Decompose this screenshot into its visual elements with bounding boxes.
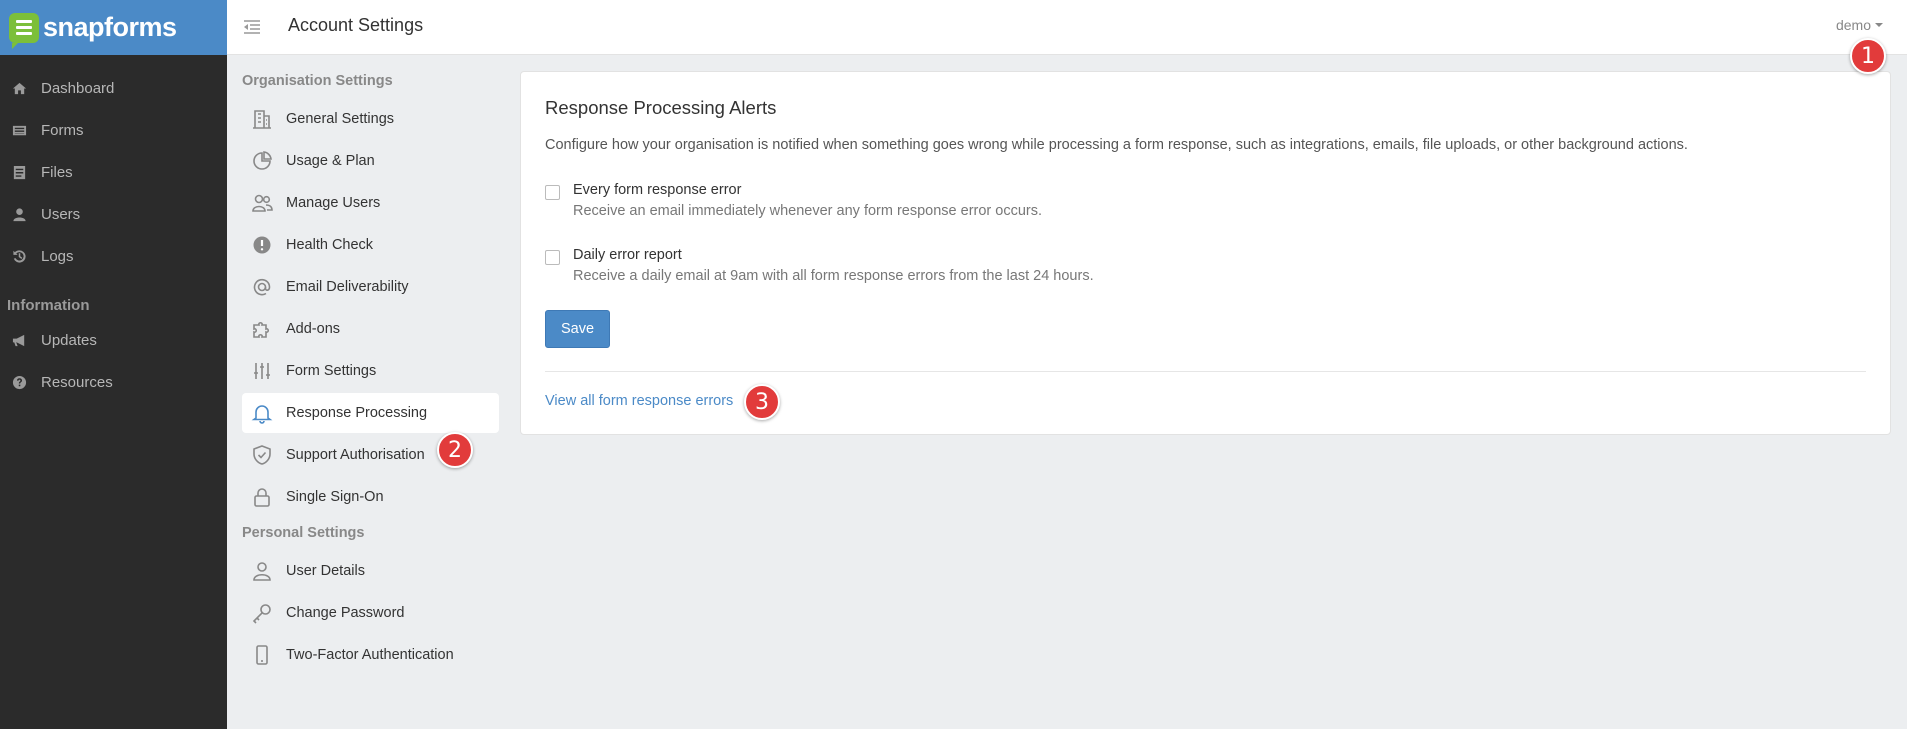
nav-label: Resources	[41, 373, 113, 391]
alert-circle-icon	[253, 236, 271, 254]
menu-item-label: Response Processing	[286, 405, 428, 421]
list-icon	[12, 125, 27, 135]
menu-item-label: Support Authorisation	[286, 447, 425, 463]
page-title: Account Settings	[288, 15, 424, 35]
marker-2: 2	[437, 432, 473, 468]
collapse-sidebar-icon[interactable]	[242, 17, 262, 37]
users-icon	[252, 194, 273, 212]
menu-item-label: Add-ons	[286, 321, 341, 337]
history-icon	[13, 249, 26, 263]
menu-item-label: Change Password	[286, 605, 405, 621]
menu-item-manage-users[interactable]: Manage Users	[242, 183, 499, 223]
menu-item-health-check[interactable]: Health Check	[242, 225, 499, 265]
nav-label: Users	[41, 205, 81, 223]
brand-name: snapforms	[43, 12, 177, 42]
phone-icon	[256, 645, 268, 665]
menu-item-general-settings[interactable]: General Settings	[242, 99, 499, 139]
user-icon	[13, 207, 26, 221]
menu-item-email-deliverability[interactable]: Email Deliverability	[242, 267, 499, 307]
menu-item-usage-plan[interactable]: Usage & Plan	[242, 141, 499, 181]
section-organisation-settings: Organisation Settings	[242, 73, 393, 89]
home-icon	[12, 82, 27, 94]
option-every-form-response-error: Every form response error Receive an ema…	[545, 182, 1042, 219]
top-header: Account Settings demo	[227, 0, 1907, 55]
nav-label: Updates	[41, 331, 97, 349]
nav-item-forms[interactable]: Forms	[0, 109, 227, 151]
card-title: Response Processing Alerts	[545, 97, 777, 118]
nav-item-users[interactable]: Users	[0, 193, 227, 235]
menu-item-form-settings[interactable]: Form Settings	[242, 351, 499, 391]
key-icon	[252, 604, 271, 624]
nav-item-logs[interactable]: Logs	[0, 235, 227, 277]
nav-item-resources[interactable]: Resources	[0, 361, 227, 403]
user-menu[interactable]: demo	[1836, 17, 1883, 33]
file-icon	[13, 165, 26, 179]
sliders-icon	[254, 363, 270, 379]
option-label: Every form response error	[573, 182, 742, 198]
response-processing-alerts-card: Response Processing Alerts Configure how…	[520, 71, 1891, 435]
menu-item-single-sign-on[interactable]: Single Sign-On	[242, 477, 499, 517]
bell-icon	[251, 405, 273, 424]
menu-item-label: Form Settings	[286, 363, 377, 379]
card-description: Configure how your organisation is notif…	[545, 137, 1688, 153]
menu-item-label: Email Deliverability	[286, 279, 409, 295]
chevron-down-icon	[1875, 23, 1883, 27]
divider	[545, 371, 1866, 372]
checkbox-every-form-response-error[interactable]	[545, 185, 560, 200]
nav-item-dashboard[interactable]: Dashboard	[0, 67, 227, 109]
section-personal-settings: Personal Settings	[242, 525, 365, 541]
left-sidebar: snapforms Dashboard Forms Files Users Lo…	[0, 0, 227, 729]
nav-label: Logs	[41, 247, 74, 265]
menu-item-user-details[interactable]: User Details	[242, 551, 499, 591]
save-button[interactable]: Save	[545, 310, 610, 348]
megaphone-icon	[12, 334, 25, 346]
nav-section-information: Information	[7, 297, 90, 314]
option-help: Receive a daily email at 9am with all fo…	[573, 268, 1094, 284]
option-help: Receive an email immediately whenever an…	[573, 203, 1043, 219]
menu-item-response-processing[interactable]: Response Processing	[242, 393, 499, 433]
at-sign-icon	[253, 278, 271, 296]
shield-check-icon	[253, 445, 271, 465]
marker-3: 3	[744, 384, 780, 420]
nav-label: Files	[41, 163, 73, 181]
menu-item-label: User Details	[286, 563, 365, 579]
checkbox-daily-error-report[interactable]	[545, 250, 560, 265]
menu-item-label: Health Check	[286, 237, 374, 253]
menu-item-label: General Settings	[286, 111, 395, 127]
menu-item-add-ons[interactable]: Add-ons	[242, 309, 499, 349]
option-label: Daily error report	[573, 247, 682, 263]
snapforms-logo-icon	[9, 12, 39, 49]
menu-item-two-factor-authentication[interactable]: Two-Factor Authentication	[242, 635, 499, 675]
puzzle-icon	[253, 321, 270, 338]
building-icon	[253, 110, 271, 129]
brand[interactable]: snapforms	[0, 0, 227, 55]
nav-label: Dashboard	[41, 79, 115, 97]
person-icon	[253, 562, 271, 581]
menu-item-label: Usage & Plan	[286, 153, 375, 169]
menu-item-change-password[interactable]: Change Password	[242, 593, 499, 633]
lock-icon	[254, 488, 270, 507]
nav-label: Forms	[41, 121, 84, 139]
user-name: demo	[1835, 17, 1871, 33]
menu-item-label: Two-Factor Authentication	[286, 647, 454, 663]
nav-item-files[interactable]: Files	[0, 151, 227, 193]
main-nav: Dashboard Forms Files Users Logs Informa…	[0, 67, 227, 403]
marker-1: 1	[1850, 38, 1886, 74]
menu-item-label: Manage Users	[286, 195, 381, 211]
menu-item-label: Single Sign-On	[286, 489, 384, 505]
view-all-errors-link[interactable]: View all form response errors	[545, 393, 733, 409]
pie-chart-icon	[253, 151, 272, 170]
option-daily-error-report: Daily error report Receive a daily email…	[545, 247, 1094, 284]
nav-item-updates[interactable]: Updates	[0, 319, 227, 361]
question-circle-icon	[12, 375, 27, 389]
settings-menu: Organisation Settings General Settings U…	[227, 56, 517, 729]
